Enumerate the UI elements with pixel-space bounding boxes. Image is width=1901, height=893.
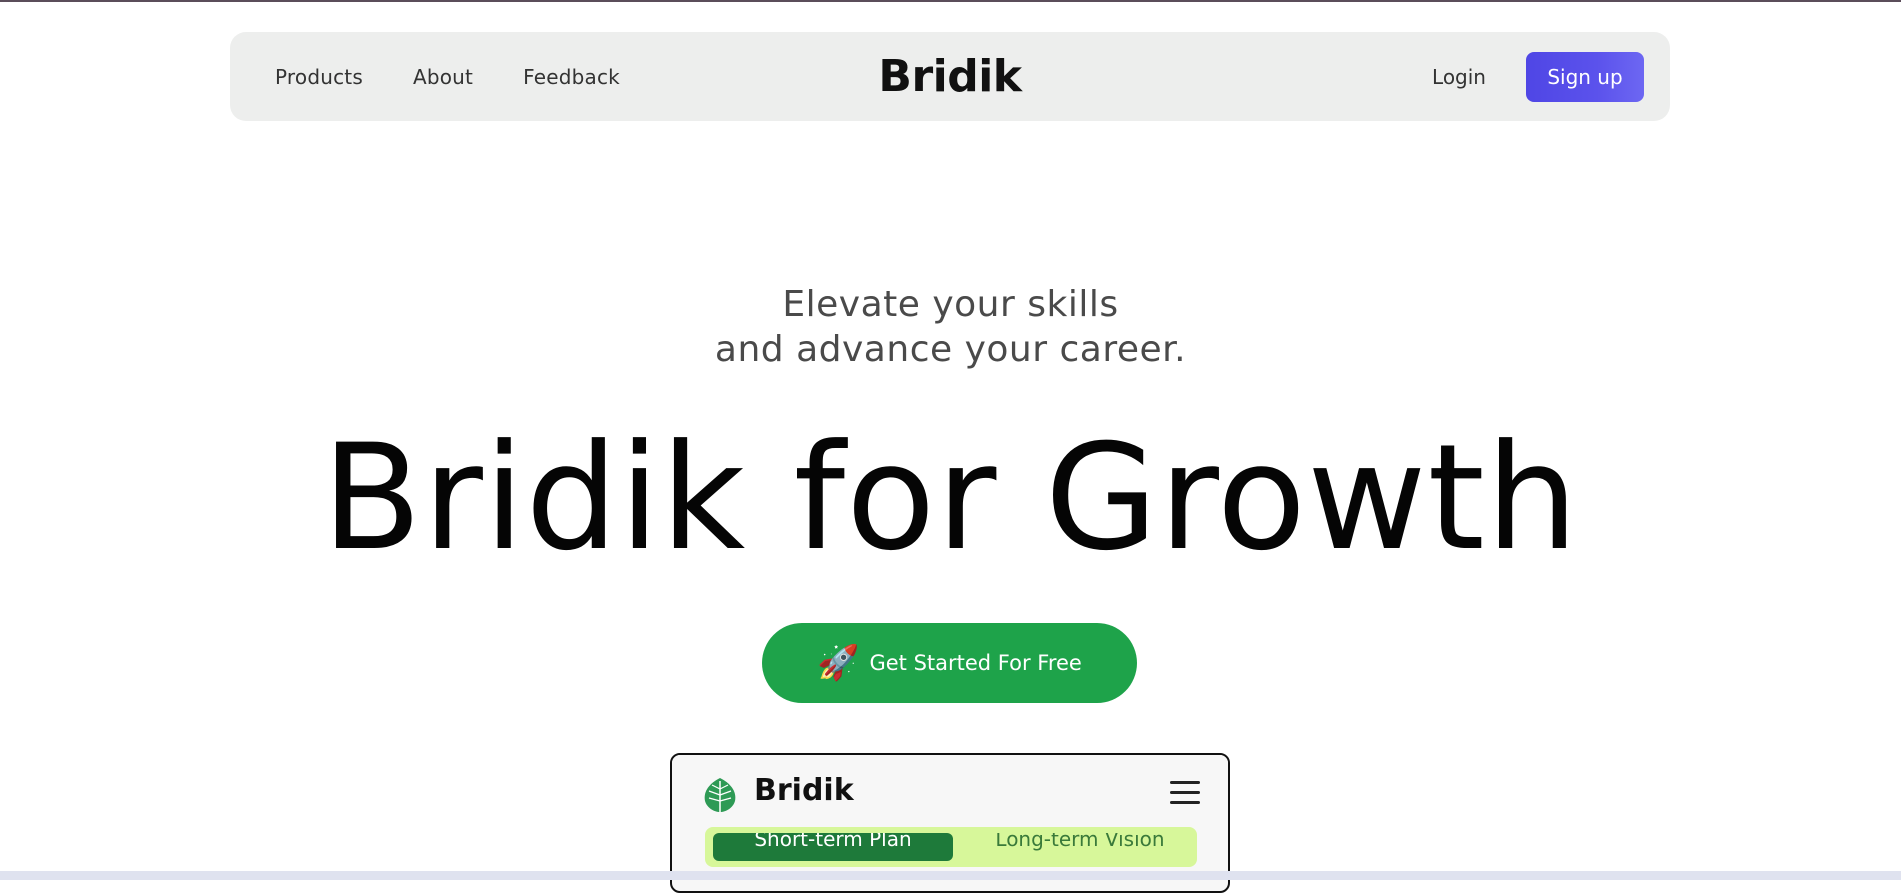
leaf-logo-icon bbox=[704, 778, 736, 812]
tab-long-term-vision[interactable]: Long-term Vision bbox=[975, 833, 1185, 861]
get-started-button[interactable]: 🚀 Get Started For Free bbox=[762, 623, 1137, 703]
signup-button[interactable]: Sign up bbox=[1526, 51, 1644, 102]
get-started-label: Get Started For Free bbox=[869, 651, 1082, 675]
nav-links: Products About Feedback bbox=[275, 32, 620, 121]
nav-link-about[interactable]: About bbox=[413, 65, 473, 89]
hero-title: Bridik for Growth bbox=[321, 413, 1580, 583]
nav-link-feedback[interactable]: Feedback bbox=[523, 65, 620, 89]
preview-header: Bridik bbox=[672, 755, 1228, 831]
nav-link-products[interactable]: Products bbox=[275, 65, 363, 89]
hamburger-menu-icon[interactable] bbox=[1170, 781, 1200, 807]
rocket-icon: 🚀 bbox=[817, 643, 860, 683]
plan-tabs: Short-term Plan Long-term Vision bbox=[705, 827, 1197, 867]
tab-short-term-plan[interactable]: Short-term Plan bbox=[713, 833, 953, 861]
top-navbar: Products About Feedback Bridik Login Sig… bbox=[230, 32, 1670, 121]
hero-subtitle-line-2: and advance your career. bbox=[714, 329, 1187, 370]
browser-bottom-bar bbox=[0, 871, 1901, 880]
window-top-border bbox=[0, 0, 1901, 2]
login-link[interactable]: Login bbox=[1432, 65, 1486, 89]
preview-brand: Bridik bbox=[754, 773, 854, 808]
hero-subtitle-line-1: Elevate your skills bbox=[782, 284, 1119, 325]
nav-auth: Login Sign up bbox=[1432, 32, 1644, 121]
